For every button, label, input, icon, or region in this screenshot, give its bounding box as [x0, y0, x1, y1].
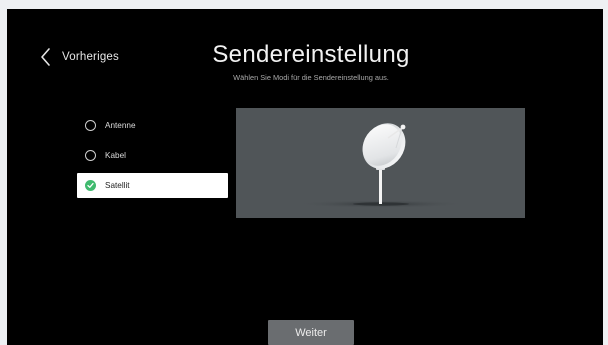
satellite-illustration — [236, 108, 525, 218]
satellite-dish-icon — [296, 123, 466, 208]
mode-options-list: Antenne Kabel Satellit — [77, 113, 228, 203]
check-circle-icon — [85, 180, 96, 191]
option-satellit[interactable]: Satellit — [77, 173, 228, 198]
page-subtitle: Wählen Sie Modi für die Sendereinstellun… — [233, 73, 389, 82]
radio-unchecked-icon — [85, 150, 96, 161]
tv-screen: Vorheriges Sendereinstellung Wählen Sie … — [7, 9, 603, 345]
option-kabel[interactable]: Kabel — [77, 143, 228, 168]
option-label: Antenne — [105, 121, 136, 130]
radio-unchecked-icon — [85, 120, 96, 131]
option-label: Satellit — [105, 181, 130, 190]
page-title: Sendereinstellung — [212, 41, 410, 68]
continue-button[interactable]: Weiter — [268, 320, 354, 345]
option-antenne[interactable]: Antenne — [77, 113, 228, 138]
option-label: Kabel — [105, 151, 126, 160]
